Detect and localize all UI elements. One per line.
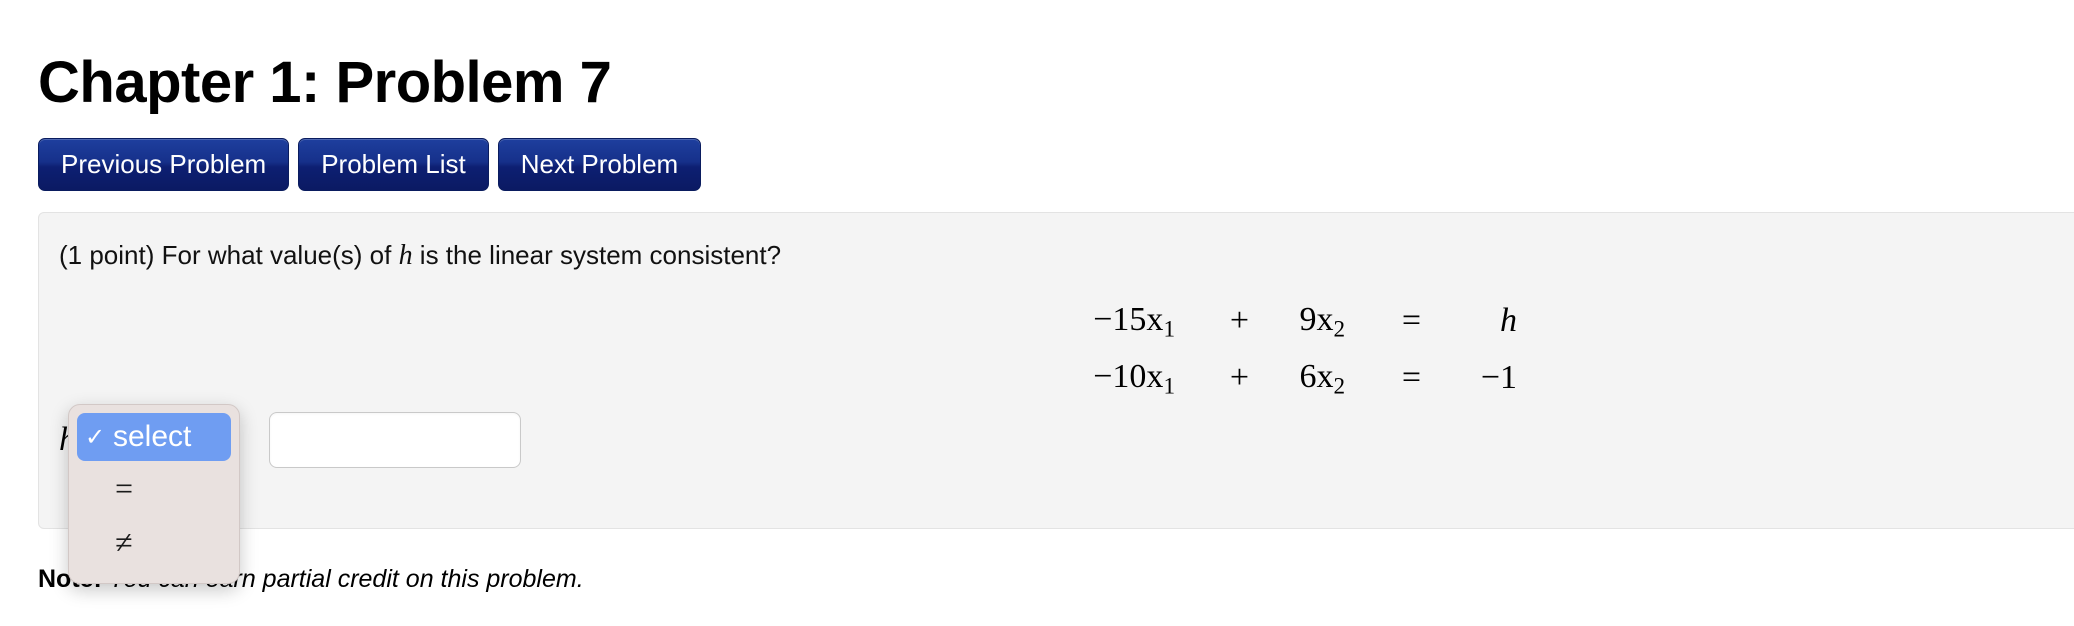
problem-list-button[interactable]: Problem List xyxy=(298,138,489,191)
equation-2-rhs: −1 xyxy=(1480,359,1517,397)
equation-1-relation: = xyxy=(1401,302,1421,340)
equation-2-lhs-text: −10x xyxy=(1093,357,1164,395)
equation-1-operator: + xyxy=(1229,302,1249,340)
dropdown-option-select-label: select xyxy=(113,420,192,453)
dropdown-option-select[interactable]: ✓ select xyxy=(77,413,231,461)
problem-navigation-bar: Previous Problem Problem List Next Probl… xyxy=(38,138,702,191)
equation-1-lhs-sub: 1 xyxy=(1163,316,1175,343)
problem-statement: (1 point) For what value(s) of h is the … xyxy=(59,240,781,272)
dropdown-option-equals[interactable]: = xyxy=(77,461,231,515)
equation-2-lhs: −10x1 xyxy=(1065,350,1175,407)
equation-1-rhs: h xyxy=(1500,302,1517,340)
linear-system-equations: −15x1 + 9x2 = h −10x1 + 6x2 = −1 xyxy=(1065,293,1517,406)
equation-row: −10x1 + 6x2 = −1 xyxy=(1065,350,1517,407)
equation-2-operator: + xyxy=(1229,359,1249,397)
equation-2-relation: = xyxy=(1401,359,1421,397)
previous-problem-button[interactable]: Previous Problem xyxy=(38,138,290,191)
equation-row: −15x1 + 9x2 = h xyxy=(1065,293,1517,350)
equation-2-lhs-sub: 1 xyxy=(1163,373,1175,400)
dropdown-option-not-equals-label: ≠ xyxy=(115,523,133,560)
dropdown-option-not-equals[interactable]: ≠ xyxy=(77,515,231,569)
equation-1-lhs: −15x1 xyxy=(1065,293,1175,350)
equation-2-mid-text: 6x xyxy=(1299,357,1334,395)
equation-1-mid: 9x2 xyxy=(1249,293,1345,350)
equation-2-mid-sub: 2 xyxy=(1333,373,1345,400)
problem-panel: (1 point) For what value(s) of h is the … xyxy=(38,212,2074,529)
page-title: Chapter 1: Problem 7 xyxy=(38,49,612,115)
relation-select-dropdown[interactable]: ✓ select = ≠ xyxy=(68,404,240,584)
equation-1-mid-text: 9x xyxy=(1299,301,1334,338)
problem-page: Chapter 1: Problem 7 Previous Problem Pr… xyxy=(0,0,2074,626)
next-problem-button[interactable]: Next Problem xyxy=(497,138,702,191)
equation-1-lhs-text: −15x xyxy=(1093,301,1164,338)
problem-statement-lead: (1 point) For what value(s) of xyxy=(59,240,399,270)
dropdown-option-equals-label: = xyxy=(115,469,134,506)
checkmark-icon: ✓ xyxy=(85,423,106,451)
equation-1-mid-sub: 2 xyxy=(1333,316,1345,343)
problem-statement-tail: is the linear system consistent? xyxy=(412,240,782,270)
problem-variable-h: h xyxy=(398,240,413,271)
answer-value-input[interactable] xyxy=(269,412,521,468)
equation-2-mid: 6x2 xyxy=(1249,350,1345,407)
